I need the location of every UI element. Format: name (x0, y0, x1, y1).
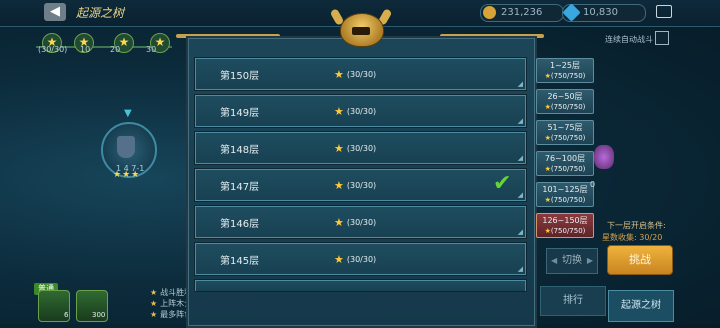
range-count: ★(750/750) (537, 164, 593, 174)
gem-icon (562, 3, 581, 22)
range-tab[interactable]: 76~100层 ★(750/750) (536, 151, 594, 176)
floor-star-count: (30/30) (346, 218, 377, 227)
floor-star-count: (30/30) (346, 144, 377, 153)
floor-row[interactable]: 第145层 ★ (30/30) ◢ (195, 243, 526, 275)
floor-star-count: (30/30) (346, 255, 377, 264)
floor-stars: ★ (30/30) (334, 178, 377, 192)
range-count-text: (750/750) (550, 165, 586, 173)
range-tab[interactable]: 101~125层 ★(750/750) (536, 182, 594, 207)
range-count-text: (750/750) (550, 72, 586, 80)
switch-button[interactable]: ◀ 切换 ▶ (546, 248, 598, 274)
gem-counter: 10,830 (562, 3, 646, 22)
star-icon: ★ (334, 179, 344, 192)
auto-battle-checkbox[interactable] (655, 31, 669, 45)
floor-row-partial[interactable] (195, 280, 526, 291)
unit-count: 300 (92, 311, 106, 319)
progress-label: (30/30) (38, 45, 68, 54)
milestone-label: 10 (80, 45, 91, 54)
corner-ornament: ◢ (517, 191, 523, 199)
origin-tree-button[interactable]: 起源之树 (608, 290, 674, 322)
floor-stars: ★ (30/30) (334, 215, 377, 229)
range-label: 51~75层 (547, 123, 583, 132)
star-icon: ★ (150, 299, 158, 308)
star-icon: ★ (334, 68, 344, 81)
floor-name: 第145层 (220, 256, 260, 267)
check-icon: ✔ (493, 171, 512, 196)
range-tab[interactable]: 51~75层 ★(750/750) (536, 120, 594, 145)
floor-star-count: (30/30) (346, 181, 377, 190)
range-tab-active[interactable]: 126~150层 ★(750/750) (536, 213, 594, 238)
rank-button[interactable]: 排行 (540, 286, 606, 316)
range-count: ★(750/750) (537, 226, 593, 236)
floor-stars: ★ (30/30) (334, 141, 377, 155)
range-count: ★(750/750) (537, 133, 593, 143)
floor-star-count: (30/30) (346, 70, 377, 79)
star-icon: ★ (150, 310, 158, 319)
floor-name: 第147层 (220, 182, 260, 193)
star-icon: ★ (334, 105, 344, 118)
star-icon: ★ (334, 253, 344, 266)
star-icon: ★ (150, 288, 158, 297)
location-marker-icon: ▼ (124, 108, 132, 119)
range-count-text: (750/750) (550, 227, 586, 235)
auto-battle-label: 连续自动战斗 (605, 35, 653, 44)
floor-row[interactable]: 第148层 ★ (30/30) ◢ (195, 132, 526, 164)
floor-star-count: (30/30) (346, 107, 377, 116)
gem-value: 10,830 (583, 7, 618, 18)
star-icon: ★ (334, 142, 344, 155)
floor-name: 第146层 (220, 219, 260, 230)
chevron-right-icon: ▶ (586, 256, 593, 265)
range-label: 26~50层 (547, 92, 583, 101)
page-title: 起源之树 (76, 6, 125, 20)
floor-row[interactable]: 第150层 ★ (30/30) ◢ (195, 58, 526, 90)
range-count-text: (750/750) (550, 196, 586, 204)
map-node-stars: ★★★ (113, 170, 141, 180)
knight-helmet-icon (117, 136, 135, 158)
back-arrow-icon[interactable]: ◀ (44, 3, 66, 21)
range-label: 101~125层 (542, 185, 588, 194)
gold-counter: 231,236 (480, 4, 564, 22)
milestone-label: 20 (110, 45, 121, 54)
floor-stars: ★ (30/30) (334, 67, 377, 81)
range-label: 76~100层 (544, 154, 586, 163)
range-count-text: (750/750) (550, 103, 586, 111)
floor-name: 第149层 (220, 108, 260, 119)
range-label: 126~150层 (542, 216, 588, 225)
next-unlock-value: 星数收集: 30/20 (602, 233, 663, 242)
mail-icon[interactable] (656, 5, 672, 18)
crest-visor (352, 27, 370, 35)
range-count: ★(750/750) (537, 102, 593, 112)
corner-ornament: ◢ (517, 117, 523, 125)
corner-ornament: ◢ (517, 265, 523, 273)
corner-ornament: ◢ (517, 80, 523, 88)
floor-stars: ★ (30/30) (334, 104, 377, 118)
floor-row[interactable]: 第149层 ★ (30/30) ◢ (195, 95, 526, 127)
gold-value: 231,236 (501, 7, 543, 18)
floor-name: 第148层 (220, 145, 260, 156)
corner-ornament: ◢ (517, 228, 523, 236)
range-tab[interactable]: 26~50层 ★(750/750) (536, 89, 594, 114)
range-count: ★(750/750) (537, 195, 593, 205)
floor-name: 第150层 (220, 71, 260, 82)
corner-ornament: ◢ (517, 154, 523, 162)
unit-count: 6 (64, 311, 69, 319)
range-count-text: (750/750) (550, 134, 586, 142)
star-icon: ★ (334, 216, 344, 229)
monster-icon (594, 145, 614, 169)
floor-row[interactable]: 第147层 ★ (30/30) ✔ ◢ (195, 169, 526, 201)
next-unlock-title: 下一层开启条件: (607, 221, 666, 230)
range-count: ★(750/750) (537, 71, 593, 81)
switch-label: 切换 (562, 255, 582, 266)
challenge-button[interactable]: 挑战 (607, 245, 673, 275)
range-label: 1~25层 (550, 61, 580, 70)
chevron-left-icon: ◀ (551, 256, 558, 265)
milestone-label: 30 (146, 45, 157, 54)
coin-icon (483, 6, 496, 19)
floor-row[interactable]: 第146层 ★ (30/30) ◢ (195, 206, 526, 238)
floor-stars: ★ (30/30) (334, 252, 377, 266)
range-tab[interactable]: 1~25层 ★(750/750) (536, 58, 594, 83)
monster-number: 0 (590, 180, 596, 189)
